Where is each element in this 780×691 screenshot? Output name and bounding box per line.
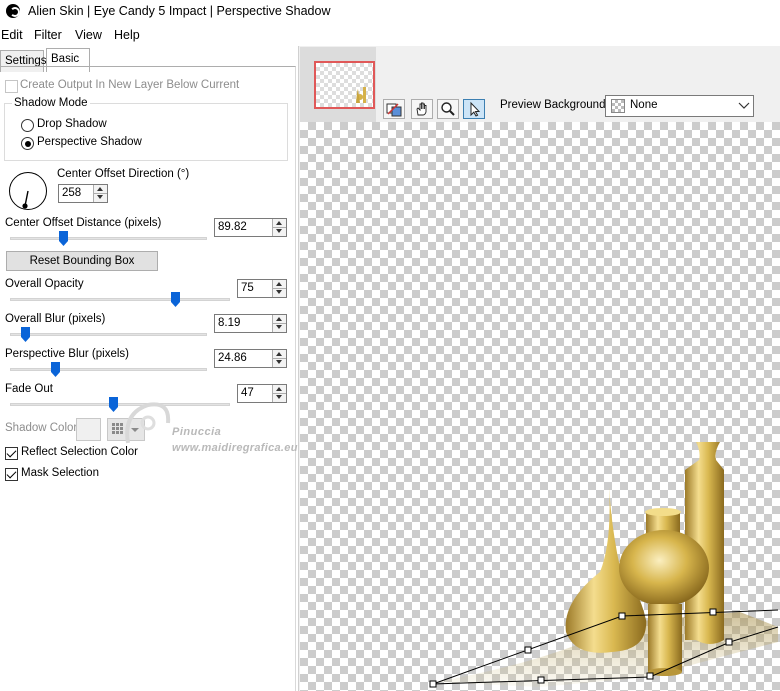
shadow-mode-group [4, 103, 288, 161]
fade-out-spinner[interactable] [272, 385, 286, 402]
perspective-blur-slider[interactable] [50, 362, 60, 377]
reset-bounding-box-button[interactable]: Reset Bounding Box [6, 251, 158, 271]
reflect-selection-color-label: Reflect Selection Color [21, 446, 138, 458]
create-output-label: Create Output In New Layer Below Current [20, 79, 240, 91]
mask-selection-checkbox[interactable] [5, 468, 18, 481]
menu-help[interactable]: Help [114, 28, 140, 42]
bbox-handle[interactable] [429, 680, 437, 688]
chevron-down-icon [738, 102, 750, 109]
hand-tool-button[interactable] [411, 99, 433, 119]
preview-background-label: Preview Background: [500, 99, 609, 111]
direction-dial-pointer [22, 190, 29, 209]
arrow-pointer-icon [470, 101, 481, 117]
shadow-color-swatch[interactable] [76, 418, 101, 441]
perspective-shadow-radio[interactable] [21, 137, 34, 150]
overall-opacity-field[interactable]: 75 [237, 279, 287, 298]
direction-dial[interactable] [9, 172, 47, 210]
watermark-swirl [125, 402, 171, 444]
title-bar: Alien Skin | Eye Candy 5 Impact | Perspe… [0, 0, 780, 24]
fade-out-slider[interactable] [108, 397, 118, 412]
shadow-color-label: Shadow Color [5, 422, 78, 434]
mask-selection-label: Mask Selection [21, 467, 99, 479]
distance-spinner[interactable] [272, 219, 286, 236]
center-offset-distance-label: Center Offset Distance (pixels) [5, 217, 162, 229]
bbox-handle[interactable] [537, 676, 545, 684]
overall-blur-value: 8.19 [218, 317, 241, 329]
shadow-mode-title: Shadow Mode [12, 97, 90, 109]
zoom-tool-button[interactable] [437, 99, 459, 119]
drop-shadow-radio[interactable] [21, 119, 34, 132]
center-offset-direction-label: Center Offset Direction (°) [57, 168, 190, 180]
ball-vase-rim [645, 508, 681, 516]
perspective-blur-track [10, 368, 207, 371]
overall-blur-label: Overall Blur (pixels) [5, 313, 106, 325]
menu-view[interactable]: View [75, 28, 102, 42]
center-offset-distance-slider[interactable] [58, 231, 68, 246]
thumbnail-vases-icon [356, 87, 366, 103]
preview-background-select[interactable]: None [605, 95, 754, 117]
perspective-blur-value: 24.86 [218, 352, 247, 364]
reflect-selection-color-checkbox[interactable] [5, 447, 18, 460]
bbox-handle[interactable] [524, 646, 532, 654]
fade-out-label: Fade Out [5, 383, 53, 395]
app-logo-icon [6, 4, 20, 18]
perspective-blur-spinner[interactable] [272, 350, 286, 367]
overall-opacity-slider[interactable] [170, 292, 180, 307]
navigator-thumbnail[interactable] [314, 61, 375, 109]
overall-blur-spinner[interactable] [272, 315, 286, 332]
bbox-handle[interactable] [646, 672, 654, 680]
transparent-swatch-icon [611, 99, 625, 113]
fade-out-value: 47 [241, 387, 254, 399]
preview-toggle-icon [386, 103, 402, 117]
zoom-icon [441, 102, 455, 116]
select-tool-button[interactable] [463, 99, 485, 119]
ball-vase-body [619, 530, 709, 606]
overall-opacity-value: 75 [241, 282, 254, 294]
opacity-spinner[interactable] [272, 280, 286, 297]
watermark-url: www.maidiregrafica.eu [172, 442, 298, 454]
preview-background-value: None [630, 99, 658, 111]
overall-opacity-track [10, 298, 230, 301]
bbox-handle[interactable] [709, 608, 717, 616]
hand-icon [416, 102, 427, 116]
menu-edit[interactable]: Edit [1, 28, 23, 42]
overall-opacity-label: Overall Opacity [5, 278, 84, 290]
perspective-shadow-label: Perspective Shadow [37, 136, 142, 148]
perspective-blur-field[interactable]: 24.86 [214, 349, 287, 368]
drop-shadow-label: Drop Shadow [37, 118, 107, 130]
center-offset-direction-value: 258 [62, 187, 82, 199]
center-offset-direction-field[interactable]: 258 [58, 184, 108, 203]
watermark-name: Pinuccia [172, 426, 222, 438]
fade-out-field[interactable]: 47 [237, 384, 287, 403]
window-title: Alien Skin | Eye Candy 5 Impact | Perspe… [28, 4, 331, 18]
preview-artwork [429, 442, 779, 688]
center-offset-distance-field[interactable]: 89.82 [214, 218, 287, 237]
center-offset-distance-value: 89.82 [218, 221, 247, 233]
overall-blur-track [10, 333, 207, 336]
direction-spinner[interactable] [93, 185, 107, 202]
preview-toggle-button[interactable] [383, 99, 405, 119]
menu-bar: Edit Filter View Help [0, 26, 780, 46]
bbox-handle[interactable] [725, 638, 733, 646]
overall-blur-field[interactable]: 8.19 [214, 314, 287, 333]
center-offset-distance-track [10, 237, 207, 240]
overall-blur-slider[interactable] [21, 327, 31, 342]
create-output-checkbox[interactable] [5, 80, 18, 93]
bbox-handle[interactable] [618, 612, 626, 620]
menu-filter[interactable]: Filter [34, 28, 62, 42]
perspective-blur-label: Perspective Blur (pixels) [5, 348, 129, 360]
